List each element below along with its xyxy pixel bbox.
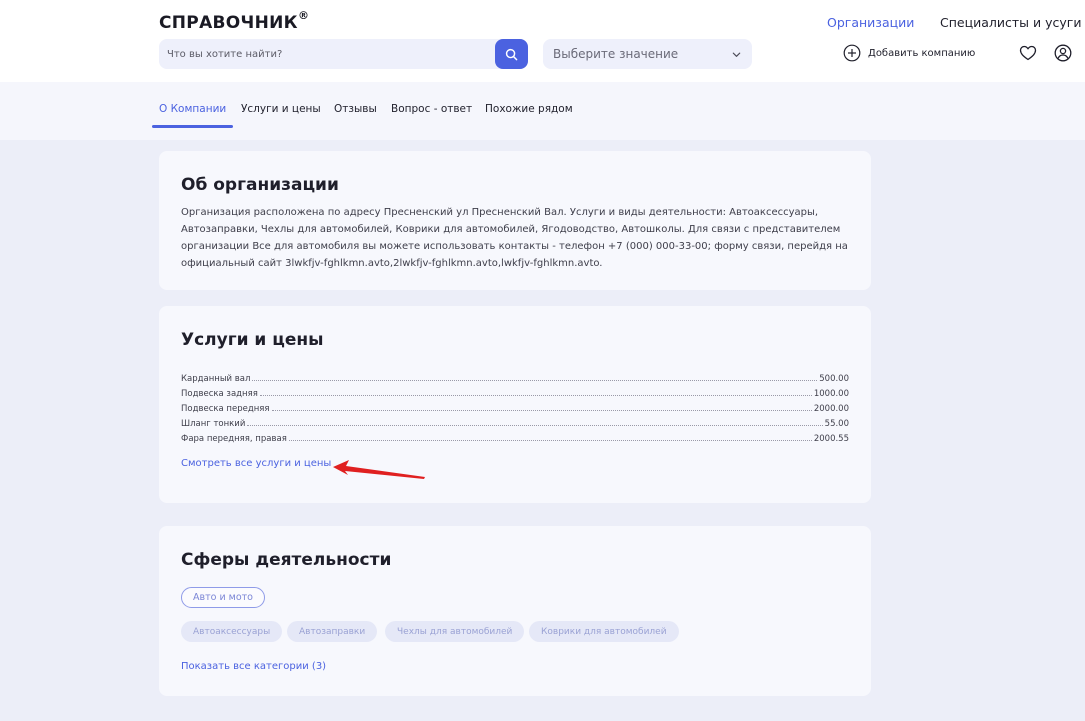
company-tabs: О Компании Услуги и цены Отзывы Вопрос -… xyxy=(0,82,1085,140)
category-chip[interactable]: Автозаправки xyxy=(287,621,378,642)
price-name: Фара передняя, правая xyxy=(181,434,287,444)
select-value: Выберите значение xyxy=(553,47,679,61)
plus-circle-icon xyxy=(843,44,861,62)
nav-specialists[interactable]: Специалисты и усуги xyxy=(940,15,1081,30)
category-chip[interactable]: Чехлы для автомобилей xyxy=(385,621,525,642)
logo[interactable]: СПРАВОЧНИК xyxy=(159,13,298,33)
price-row: Карданный вал 500.00 xyxy=(181,369,849,384)
price-row: Подвеска передняя 2000.00 xyxy=(181,399,849,414)
red-arrow-icon xyxy=(333,460,425,479)
services-title: Услуги и цены xyxy=(181,330,324,350)
search-icon xyxy=(505,48,518,60)
price-leader xyxy=(247,425,823,426)
category-chip[interactable]: Автоаксессуары xyxy=(181,621,283,642)
search-input[interactable] xyxy=(159,39,494,69)
profile-button[interactable] xyxy=(1054,44,1072,62)
price-leader xyxy=(288,440,812,441)
heart-icon xyxy=(1019,45,1037,61)
price-value: 1000.00 xyxy=(813,389,849,399)
price-row: Подвеска задняя 1000.00 xyxy=(181,384,849,399)
price-leader xyxy=(259,395,812,396)
main-category-chip[interactable]: Авто и мото xyxy=(181,587,265,608)
nav-organizations[interactable]: Организации xyxy=(827,15,914,30)
header: СПРАВОЧНИК ® Выберите значение Организац… xyxy=(0,0,1085,82)
category-select[interactable]: Выберите значение xyxy=(543,39,752,69)
about-text: Организация расположена по адресу Пресне… xyxy=(181,207,848,269)
chevron-down-icon xyxy=(732,52,741,57)
price-row: Фара передняя, правая 2000.55 xyxy=(181,429,849,444)
price-name: Карданный вал xyxy=(181,374,251,384)
tab-about[interactable]: О Компании xyxy=(159,103,226,115)
active-tab-indicator xyxy=(152,125,233,128)
price-value: 2000.55 xyxy=(813,434,849,444)
add-company-label: Добавить компанию xyxy=(868,47,976,59)
tab-services[interactable]: Услуги и цены xyxy=(241,103,321,115)
add-company-button[interactable]: Добавить компанию xyxy=(843,44,975,62)
all-categories-link[interactable]: Показать все категории (3) xyxy=(181,661,326,672)
price-name: Подвеска передняя xyxy=(181,404,270,414)
services-card: Услуги и цены Карданный вал 500.00 Подве… xyxy=(159,306,871,503)
search-button[interactable] xyxy=(495,39,528,69)
logo-registered-mark: ® xyxy=(298,9,309,22)
tab-qa[interactable]: Вопрос - ответ xyxy=(391,103,472,115)
price-value: 500.00 xyxy=(819,374,849,384)
price-name: Шланг тонкий xyxy=(181,419,246,429)
search-box xyxy=(159,39,528,69)
about-title: Об организации xyxy=(181,175,339,195)
favorites-button[interactable] xyxy=(1019,44,1037,62)
price-leader xyxy=(252,380,818,381)
category-chip[interactable]: Коврики для автомобилей xyxy=(529,621,679,642)
price-row: Шланг тонкий 55.00 xyxy=(181,414,849,429)
spheres-card: Сферы деятельности Авто и мото Автоаксес… xyxy=(159,526,871,696)
about-card: Об организации Организация расположена п… xyxy=(159,151,871,290)
tab-reviews[interactable]: Отзывы xyxy=(334,103,377,115)
price-value: 2000.00 xyxy=(813,404,849,414)
price-name: Подвеска задняя xyxy=(181,389,258,399)
user-icon xyxy=(1054,44,1072,62)
spheres-title: Сферы деятельности xyxy=(181,550,392,570)
all-services-link[interactable]: Смотреть все услуги и цены xyxy=(181,458,331,469)
price-value: 55.00 xyxy=(824,419,849,429)
price-leader xyxy=(271,410,812,411)
tab-nearby[interactable]: Похожие рядом xyxy=(485,103,573,115)
